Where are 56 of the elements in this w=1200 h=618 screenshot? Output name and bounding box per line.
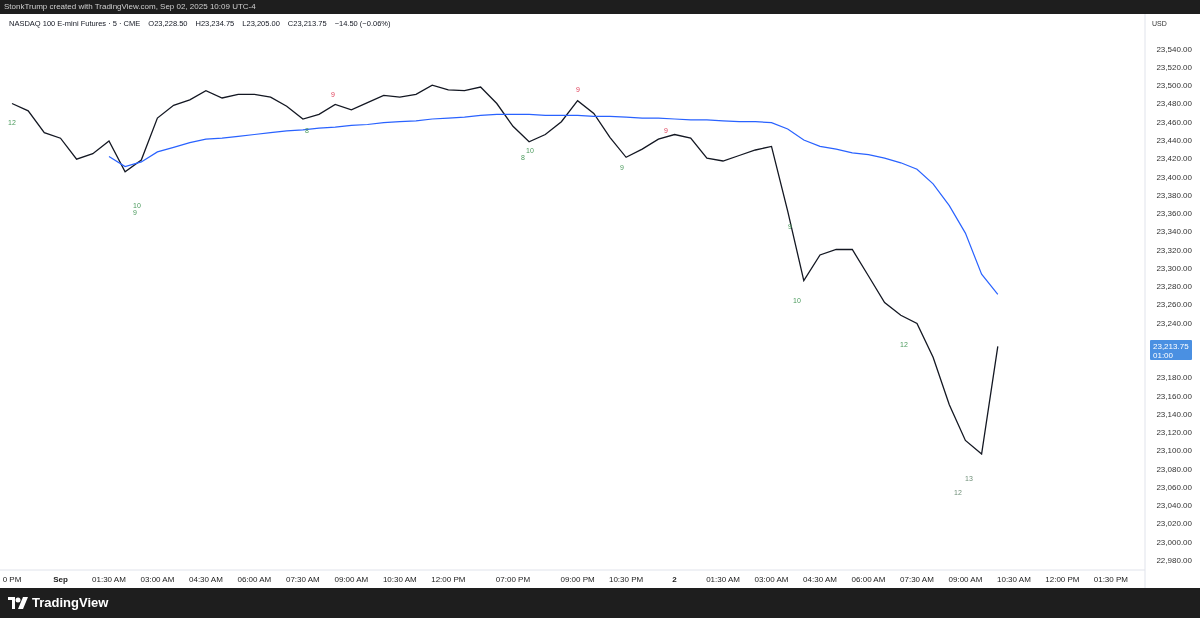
time-axis-label: 07:30 AM	[285, 575, 320, 584]
price-axis-label: 23,540.00	[1156, 44, 1192, 54]
price-axis-label: 23,300.00	[1156, 263, 1192, 273]
time-axis-label: 0 PM	[2, 575, 22, 584]
price-axis-label: 23,460.00	[1156, 117, 1192, 127]
price-axis-label: 23,420.00	[1156, 154, 1192, 164]
time-axis-label: 10:30 AM	[382, 575, 417, 584]
price-axis-label: 23,380.00	[1156, 190, 1192, 200]
time-axis-label: 07:30 AM	[900, 575, 934, 584]
price-axis-label: 23,100.00	[1156, 446, 1192, 456]
time-axis-label: 04:30 AM	[189, 575, 223, 584]
price-axis-label: 23,020.00	[1156, 519, 1192, 529]
price-axis-label: 23,260.00	[1156, 300, 1192, 310]
time-axis-label: 01:30 AM	[706, 575, 740, 584]
time-axis-label: 06:00 AM	[237, 575, 272, 584]
price-axis-label: 23,360.00	[1156, 209, 1192, 219]
price-axis-label: 22,980.00	[1156, 555, 1192, 565]
price-axis-label: 23,500.00	[1156, 81, 1192, 91]
time-axis-label: 01:30 AM	[92, 575, 126, 584]
price-tag-background	[1150, 340, 1192, 360]
price-axis-label: 23,060.00	[1156, 482, 1192, 492]
credit-text: StonkTrump created with TradingView.com, Sep 02, 2025 10:09 UTC-4	[4, 2, 256, 11]
price-axis-label: 23,400.00	[1156, 172, 1192, 182]
time-axis-label: 04:30 AM	[803, 575, 837, 584]
time-axis-label: 09:00 AM	[334, 575, 369, 584]
time-axis-label: 09:00 AM	[948, 575, 983, 584]
price-axis-label: 23,240.00	[1156, 318, 1192, 328]
time-axis-label: 06:00 AM	[851, 575, 886, 584]
time-axis-label: 01:30 PM	[1093, 575, 1128, 584]
price-axis-label: 23,480.00	[1156, 99, 1192, 109]
price-axis-label: 23,160.00	[1156, 391, 1192, 401]
price-axis-label: 23,180.00	[1156, 373, 1192, 383]
price-axis-label: 23,140.00	[1156, 409, 1192, 419]
price-axis-label: 23,080.00	[1156, 464, 1192, 474]
last-price-label: 23,213.75	[1153, 342, 1189, 351]
time-axis-label: 03:00 AM	[754, 575, 789, 584]
time-axis-label: 07:00 PM	[495, 575, 531, 584]
price-axis-label: 23,440.00	[1156, 136, 1192, 145]
time-axis-label: Sep	[53, 575, 68, 584]
price-axis-label: 23,340.00	[1156, 227, 1192, 237]
time-axis-label: 12:00 PM	[1045, 575, 1080, 584]
price-axis-label: 23,520.00	[1156, 62, 1192, 72]
price-axis-label: 23,280.00	[1156, 282, 1192, 292]
price-axis-label: 23,040.00	[1156, 501, 1192, 511]
countdown-label: 01:00	[1153, 351, 1174, 360]
price-axis-label: 23,000.00	[1156, 537, 1192, 547]
price-axis-label: 23,120.00	[1156, 428, 1192, 438]
time-axis-label: 12:00 PM	[431, 575, 466, 584]
time-axis-label: 03:00 AM	[140, 575, 175, 584]
time-axis-label: 2	[672, 575, 677, 584]
time-axis-label: 09:00 PM	[560, 575, 595, 584]
time-axis-label: 10:30 AM	[997, 575, 1031, 584]
time-axis-label: 10:30 PM	[608, 575, 644, 584]
logo-icon	[8, 597, 28, 609]
price-axis-label: 23,320.00	[1156, 245, 1192, 255]
brand-name: TradingView	[32, 594, 109, 613]
